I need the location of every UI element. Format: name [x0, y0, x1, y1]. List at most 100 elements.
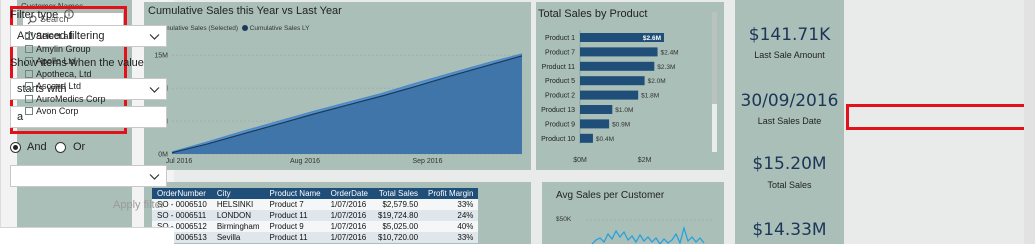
right-scrollbar[interactable]: [1024, 0, 1035, 244]
table-cell: 1/07/2016: [325, 210, 373, 221]
table-cell: 24%: [423, 210, 479, 221]
second-condition-dropdown[interactable]: [10, 165, 167, 187]
table-cell: 33%: [423, 199, 479, 210]
table-cell: $2,579.50: [373, 199, 424, 210]
x-tick-label: Sep 2016: [413, 158, 443, 165]
slicer-item[interactable]: Apotheca, Ltd: [25, 69, 92, 81]
table-cell: Product 11: [264, 232, 326, 243]
bar-value-label: $0.9M: [612, 121, 630, 128]
product-bar: [580, 47, 658, 57]
kpi-total-sales-value: $15.20M: [752, 154, 827, 174]
bar-category-label: Product 9: [545, 121, 575, 128]
checkbox-icon: [25, 69, 33, 78]
orders-table: OrderNumber City Product Name OrderDate Tota…: [152, 188, 479, 243]
bar-category-label: Product 2: [545, 93, 575, 100]
table-cell: Product 9: [264, 221, 326, 232]
bar-x-tick-label: $0M: [573, 157, 587, 164]
checkbox-icon: [25, 44, 33, 53]
table-row[interactable]: SO - 0006513 Sevilla Product 11 1/07/2016 $1…: [152, 232, 479, 243]
and-label: And: [27, 141, 47, 153]
table-cell: Product 7: [264, 199, 326, 210]
table-cell: 1/07/2016: [325, 199, 373, 210]
bar-value-label: $2.4M: [661, 49, 679, 56]
table-cell: Product 11: [264, 210, 326, 221]
y-tick-label: 15M: [154, 53, 168, 60]
table-cell: 33%: [423, 232, 479, 243]
and-radio[interactable]: [10, 142, 21, 153]
kpi-last-sale-amount-value: $141.71K: [748, 25, 831, 45]
checkbox-icon: [25, 82, 33, 90]
kpi-last-sale-amount-label: Last Sale Amount: [754, 50, 825, 60]
bar-value-label: $2.3M: [657, 64, 675, 71]
product-bar-panel: Total Sales by Product Product 1 $2.6M Pro…: [536, 2, 724, 170]
table-cell: $5,025.00: [373, 221, 424, 232]
bar-category-label: Product 7: [545, 49, 575, 56]
x-tick-label: Jul 2016: [166, 158, 193, 165]
checkbox-icon: [25, 57, 33, 65]
bar-x-tick-label: $2M: [638, 157, 652, 164]
bar-category-label: Product 10: [541, 136, 575, 143]
product-bar: [580, 90, 639, 100]
checkbox-icon: [25, 94, 33, 103]
product-bar: [580, 105, 613, 114]
slicer-item[interactable]: Ascend Ltd: [25, 81, 81, 93]
table-column-header[interactable]: OrderNumber: [152, 188, 212, 199]
bar-category-label: Product 1: [545, 35, 575, 42]
bar-value-label: $2.0M: [648, 78, 666, 85]
select-all-checkbox[interactable]: Select all: [25, 31, 73, 43]
bar-value-label: $0.4M: [596, 136, 614, 143]
slicer-item[interactable]: Avon Corp: [25, 106, 78, 118]
or-radio[interactable]: [55, 142, 66, 153]
product-bar: [580, 61, 655, 71]
bar-category-label: Product 5: [545, 78, 575, 85]
product-bar-chart: Product 1 $2.6M Product 7 $2.4M Product 11 $2…: [541, 12, 717, 164]
info-icon[interactable]: [64, 9, 75, 19]
table-row[interactable]: SO - 0006511 LONDON Product 11 1/07/2016 $19…: [152, 210, 479, 221]
next-filter-card: [0, 227, 174, 244]
slicer-item[interactable]: AuroMedics Corp: [25, 94, 106, 106]
apply-filter-button[interactable]: Apply filter: [113, 199, 164, 211]
chevron-down-icon: [149, 34, 160, 40]
filter-type-text: Filter type: [10, 9, 59, 21]
table-header-row: OrderNumber City Product Name OrderDate Tota…: [152, 188, 479, 199]
checkbox-icon: [25, 32, 33, 40]
product-bar: [580, 119, 610, 129]
avg-sales-line: [591, 225, 705, 244]
slicer-item[interactable]: Apollo Ltd: [25, 56, 76, 68]
table-cell: $10,720.00: [373, 232, 424, 243]
highlight-box-input: [846, 104, 1030, 130]
avg-sales-panel: Avg Sales per Customer $50K: [542, 182, 724, 244]
filter-type-label: Filter type: [10, 9, 75, 21]
table-column-header[interactable]: OrderDate: [325, 188, 373, 199]
bar-value-label: $1.0M: [615, 107, 633, 114]
x-tick-label: Aug 2016: [290, 158, 320, 165]
avg-sales-chart: [586, 219, 712, 244]
table-cell: 1/07/2016: [325, 221, 373, 232]
table-cell: LONDON: [211, 210, 265, 221]
kpi-fourth-value: $14.33M: [752, 220, 827, 240]
table-cell: 40%: [423, 221, 479, 232]
table-cell: HELSINKI: [211, 199, 265, 210]
slicer-item-label: Ascend Ltd: [36, 81, 82, 91]
slicer-item-label: Amylin Group: [36, 43, 91, 54]
kpi-total-sales-label: Total Sales: [767, 180, 812, 190]
table-column-header[interactable]: Profit Margin: [423, 188, 479, 199]
table-cell: $19,724.80: [373, 210, 424, 221]
product-bar: [580, 133, 593, 143]
table-cell: SO - 0006511: [152, 210, 212, 221]
table-row[interactable]: SO - 0006510 HELSINKI Product 7 1/07/2016 $2…: [152, 199, 479, 210]
slicer-item-label: AuroMedics Corp: [36, 93, 106, 104]
table-column-header[interactable]: Product Name: [264, 188, 326, 199]
slicer-item-label: Select all: [36, 31, 73, 41]
table-column-header[interactable]: City: [211, 188, 265, 199]
slicer-item-label: Apotheca, Ltd: [36, 68, 92, 79]
table-column-header[interactable]: Total Sales: [373, 188, 424, 199]
orders-table-panel: OrderNumber City Product Name OrderDate Tota…: [144, 182, 531, 244]
slicer-item[interactable]: Amylin Group: [25, 44, 91, 56]
cumulative-chart: 0M5M10M15MJul 2016Aug 2016Sep 2016: [154, 53, 523, 165]
table-row[interactable]: SO - 0006512 Birmingham Product 9 1/07/2016…: [152, 221, 479, 232]
checkbox-icon: [25, 107, 33, 115]
product-bar: [580, 76, 645, 86]
bar-category-label: Product 13: [541, 107, 575, 114]
bar-category-label: Product 11: [542, 64, 575, 71]
